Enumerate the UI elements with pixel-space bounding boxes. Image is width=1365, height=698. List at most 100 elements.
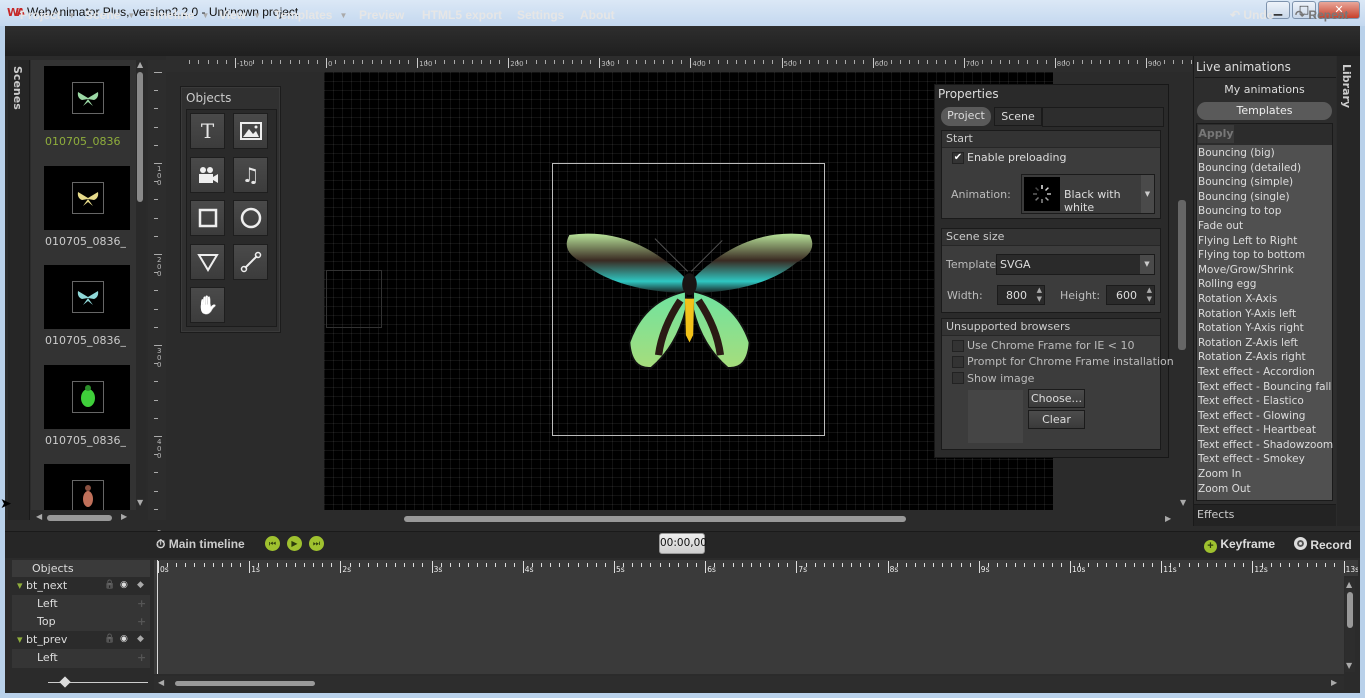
keyframe-diamond-icon[interactable]: ◆ <box>137 631 144 648</box>
timeline-property-row[interactable]: Left + <box>12 595 150 613</box>
timeline-playhead[interactable] <box>157 560 158 674</box>
template-item[interactable]: Zoom Out <box>1198 482 1332 497</box>
eye-icon[interactable]: ◉ <box>120 577 128 594</box>
choose-button[interactable]: Choose... <box>1028 389 1085 408</box>
template-item[interactable]: Text effect - Heartbeat <box>1198 423 1332 438</box>
menu-view[interactable]: View ▼ <box>219 8 261 22</box>
scroll-right-icon[interactable]: ▶ <box>1331 678 1337 687</box>
record-button[interactable]: Record <box>1294 537 1352 552</box>
scene-item[interactable]: 010705_0836_0 <box>44 166 130 248</box>
stage-image-object[interactable] <box>552 163 825 436</box>
scroll-down-icon[interactable]: ▼ <box>1346 661 1352 670</box>
timeline-property-row[interactable]: Top + <box>12 613 150 631</box>
templates-select[interactable]: SVGA ▼ <box>996 254 1155 275</box>
canvas-hscroll-thumb[interactable] <box>404 516 906 522</box>
line-tool-button[interactable] <box>233 244 268 280</box>
template-item[interactable]: Fade out <box>1198 219 1332 234</box>
add-keyframe-icon[interactable]: + <box>137 595 146 612</box>
scroll-down-icon[interactable]: ▼ <box>137 498 143 507</box>
my-animations-tab[interactable]: My animations <box>1197 81 1332 99</box>
forward-button[interactable]: ⏭ <box>309 536 324 551</box>
undo-button[interactable]: ↶ Undo <box>1230 8 1274 22</box>
prompt-chrome-frame-checkbox[interactable] <box>952 356 964 368</box>
repeat-button[interactable]: ↷ Repeat <box>1295 8 1348 22</box>
template-item[interactable]: Text effect - Accordion <box>1198 365 1332 380</box>
template-item[interactable]: Move/Grow/Shrink <box>1198 263 1332 278</box>
template-item[interactable]: Text effect - Glowing <box>1198 409 1332 424</box>
template-item[interactable]: Rotation Y-Axis right <box>1198 321 1332 336</box>
spin-arrows-icon[interactable]: ▲ ▼ <box>1147 286 1152 304</box>
tab-project[interactable]: Project <box>941 107 991 126</box>
image-tool-button[interactable] <box>233 113 268 149</box>
video-tool-button[interactable] <box>190 157 225 193</box>
template-item[interactable]: Rotation Z-Axis left <box>1198 336 1332 351</box>
scenes-hscroll-thumb[interactable] <box>47 515 112 521</box>
ellipse-tool-button[interactable] <box>233 200 268 236</box>
width-spinbox[interactable]: 800 ▲ ▼ <box>997 285 1045 305</box>
rewind-button[interactable]: ⏮ <box>265 536 280 551</box>
template-item[interactable]: Text effect - Smokey <box>1198 452 1332 467</box>
template-item[interactable]: Bouncing to top <box>1198 204 1332 219</box>
scroll-right-icon[interactable]: ▶ <box>1165 514 1171 523</box>
timeline-tracks[interactable] <box>154 576 1344 674</box>
template-item[interactable]: Bouncing (simple) <box>1198 175 1332 190</box>
menu-about[interactable]: About <box>580 8 615 22</box>
animation-select[interactable]: Black with white ▼ <box>1021 174 1155 214</box>
template-item[interactable]: Rotation X-Axis <box>1198 292 1332 307</box>
template-item[interactable]: Bouncing (detailed) <box>1198 161 1332 176</box>
enable-preloading-checkbox[interactable]: ✔ <box>952 152 964 164</box>
eye-icon[interactable]: ◉ <box>120 631 128 648</box>
timeline-object-row[interactable]: ▾ bt_prev 🔒 ◉ ◆ <box>12 631 150 649</box>
menu-timeline[interactable]: Timeline ▼ <box>146 8 209 22</box>
keyframe-button[interactable]: + Keyframe <box>1204 537 1275 553</box>
add-keyframe-icon[interactable]: + <box>137 613 146 630</box>
template-item[interactable]: Rotation Z-Axis right <box>1198 350 1332 365</box>
timeline-object-row[interactable]: ▾ bt_next 🔒 ◉ ◆ <box>12 577 150 595</box>
apply-button[interactable]: Apply <box>1198 125 1234 143</box>
height-spinbox[interactable]: 600 ▲ ▼ <box>1106 285 1155 305</box>
menu-settings[interactable]: Settings <box>517 8 564 22</box>
expand-arrow-icon[interactable]: ▾ <box>12 633 26 646</box>
clear-button[interactable]: Clear <box>1028 410 1085 429</box>
scroll-up-icon[interactable]: ▲ <box>137 60 143 69</box>
menu-scene[interactable]: Scene ▼ <box>85 8 135 22</box>
expand-arrow-icon[interactable]: ▾ <box>12 579 26 592</box>
menu-preview[interactable]: Preview <box>359 8 404 22</box>
main-timeline-label[interactable]: ⏱ Main timeline <box>156 537 245 552</box>
rectangle-tool-button[interactable] <box>190 200 225 236</box>
offstage-object[interactable] <box>326 270 382 328</box>
scene-item[interactable] <box>44 464 130 510</box>
play-button[interactable]: ▶ <box>287 536 302 551</box>
add-keyframe-icon[interactable]: + <box>137 649 146 666</box>
scene-item[interactable]: 010705_0836_0 <box>44 265 130 347</box>
scroll-up-icon[interactable]: ▲ <box>1346 580 1352 589</box>
show-image-checkbox[interactable] <box>952 372 964 384</box>
menu-project[interactable]: Project ▼ <box>20 8 76 22</box>
timeline-property-row[interactable]: Left + <box>12 649 150 667</box>
triangle-tool-button[interactable] <box>190 244 225 280</box>
audio-tool-button[interactable]: ♫ <box>233 157 268 193</box>
spin-arrows-icon[interactable]: ▲ ▼ <box>1037 286 1042 304</box>
template-item[interactable]: Rotation Y-Axis left <box>1198 307 1332 322</box>
template-item[interactable]: Text effect - Elastico <box>1198 394 1332 409</box>
canvas-vertical-scroll-thumb[interactable] <box>1178 200 1186 350</box>
timeline-ruler[interactable]: 0s 1s 2s 3s 4s 5s 6s 7s 8s 9s 10s 11s 12s 13s <box>154 560 1358 576</box>
menu-html5-export[interactable]: HTML5 export <box>422 8 502 22</box>
scene-item[interactable]: 010705_0836_0 <box>44 365 130 447</box>
scenes-tab[interactable] <box>8 60 30 520</box>
timeline-vscroll-thumb[interactable] <box>1347 592 1353 628</box>
scroll-right-icon[interactable]: ▶ <box>121 512 127 521</box>
template-item[interactable]: Rolling egg <box>1198 277 1332 292</box>
add-keyframe-icon[interactable]: + <box>137 667 146 668</box>
keyframe-diamond-icon[interactable]: ◆ <box>137 577 144 594</box>
template-item[interactable]: Bouncing (big) <box>1198 146 1332 161</box>
menu-templates[interactable]: Templates ▼ <box>274 8 347 22</box>
template-item[interactable]: Flying top to bottom <box>1198 248 1332 263</box>
lock-icon[interactable]: 🔒 <box>104 631 115 648</box>
scenes-scroll-thumb[interactable] <box>137 72 143 202</box>
template-item[interactable]: Flying Left to Right <box>1198 234 1332 249</box>
scroll-left-icon[interactable]: ◀ <box>36 512 42 521</box>
template-item[interactable]: Text effect - Bouncing fall <box>1198 380 1332 395</box>
template-item[interactable]: Zoom In <box>1198 467 1332 482</box>
templates-tab[interactable]: Templates <box>1197 102 1332 120</box>
